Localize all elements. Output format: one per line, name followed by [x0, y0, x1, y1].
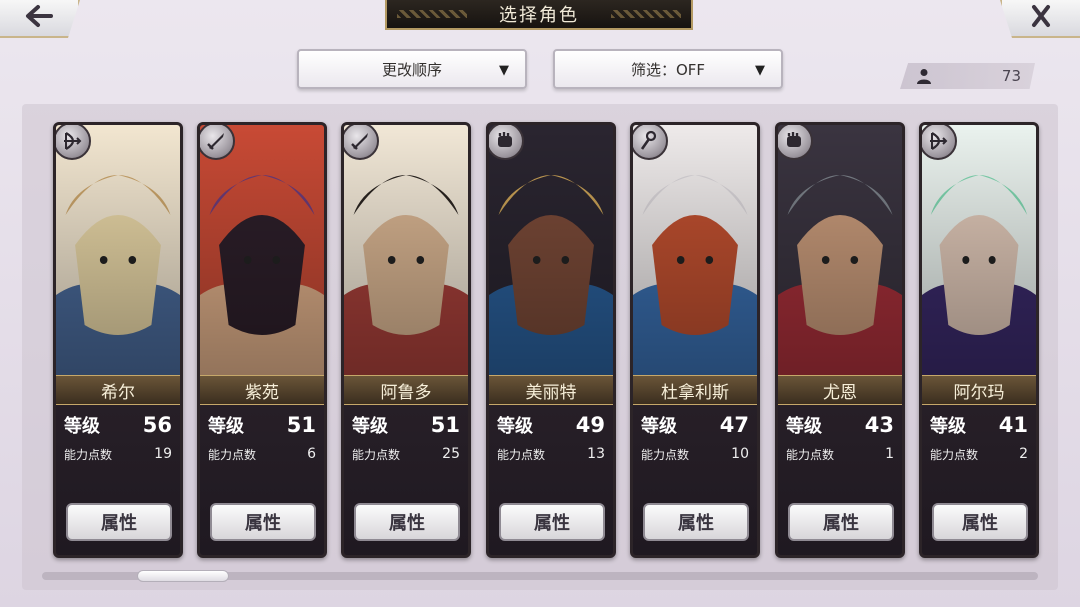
ability-points-value: 13 — [587, 446, 605, 462]
level-row: 等级 47 — [641, 410, 749, 440]
back-button[interactable] — [0, 0, 80, 38]
ability-points-value: 6 — [307, 446, 316, 462]
level-value: 47 — [719, 413, 749, 437]
ability-points-row: 能力点数 6 — [208, 444, 316, 464]
character-name: 尤恩 — [778, 375, 902, 405]
attribute-button[interactable]: 属性 — [643, 503, 749, 541]
ability-points-value: 10 — [731, 446, 749, 462]
filter-dropdown[interactable]: 筛选：OFF ▼ — [553, 49, 783, 89]
staff-icon — [633, 125, 668, 160]
level-label: 等级 — [352, 416, 388, 437]
level-label: 等级 — [930, 416, 966, 437]
character-portrait — [56, 125, 180, 380]
close-button[interactable] — [1000, 0, 1080, 38]
character-card[interactable]: 紫苑 等级 51 能力点数 6 属性 — [197, 122, 327, 558]
ability-points-row: 能力点数 2 — [930, 444, 1028, 464]
sort-order-label: 更改顺序 — [381, 60, 442, 79]
ability-points-value: 19 — [154, 446, 172, 462]
character-name: 紫苑 — [200, 375, 324, 405]
ability-points-label: 能力点数 — [64, 447, 113, 462]
level-row: 等级 41 — [930, 410, 1028, 440]
ability-points-label: 能力点数 — [641, 447, 690, 462]
character-count-value: 73 — [1001, 67, 1021, 85]
level-value: 51 — [430, 413, 460, 437]
bow-icon — [56, 125, 91, 160]
character-portrait — [633, 125, 757, 380]
level-value: 43 — [864, 413, 894, 437]
sort-order-dropdown[interactable]: 更改顺序 ▼ — [297, 49, 527, 89]
level-label: 等级 — [786, 416, 822, 437]
character-name: 美丽特 — [489, 375, 613, 405]
level-value: 51 — [286, 413, 316, 437]
fist-icon — [778, 125, 813, 160]
close-icon — [1026, 4, 1056, 32]
level-row: 等级 43 — [786, 410, 894, 440]
character-card[interactable]: 希尔 等级 56 能力点数 19 属性 — [53, 122, 183, 558]
attribute-button[interactable]: 属性 — [354, 503, 460, 541]
character-card[interactable]: 阿尔玛 等级 41 能力点数 2 属性 — [919, 122, 1039, 558]
scrollbar-thumb[interactable] — [137, 570, 229, 582]
ability-points-value: 2 — [1019, 446, 1028, 462]
arrow-left-icon — [24, 4, 54, 32]
level-value: 56 — [142, 413, 172, 437]
level-row: 等级 56 — [64, 410, 172, 440]
filter-label: 筛选：OFF — [630, 60, 706, 79]
sword-icon — [200, 125, 235, 160]
ability-points-row: 能力点数 10 — [641, 444, 749, 464]
character-count: 73 — [900, 63, 1035, 89]
ability-points-label: 能力点数 — [497, 447, 546, 462]
ability-points-row: 能力点数 13 — [497, 444, 605, 464]
attribute-button[interactable]: 属性 — [66, 503, 172, 541]
character-portrait — [344, 125, 468, 380]
level-row: 等级 51 — [208, 410, 316, 440]
character-name: 阿尔玛 — [922, 375, 1036, 405]
bow-icon — [922, 125, 957, 160]
character-portrait — [200, 125, 324, 380]
attribute-button[interactable]: 属性 — [210, 503, 316, 541]
ability-points-label: 能力点数 — [352, 447, 401, 462]
character-portrait — [922, 125, 1036, 380]
character-name: 希尔 — [56, 375, 180, 405]
ability-points-label: 能力点数 — [786, 447, 835, 462]
attribute-button[interactable]: 属性 — [932, 503, 1028, 541]
character-portrait — [778, 125, 902, 380]
ability-points-label: 能力点数 — [930, 447, 979, 462]
ability-points-row: 能力点数 19 — [64, 444, 172, 464]
level-label: 等级 — [641, 416, 677, 437]
attribute-button[interactable]: 属性 — [788, 503, 894, 541]
character-name: 阿鲁多 — [344, 375, 468, 405]
level-value: 41 — [998, 413, 1028, 437]
ability-points-value: 1 — [885, 446, 894, 462]
chevron-down-icon: ▼ — [755, 63, 765, 78]
character-card[interactable]: 阿鲁多 等级 51 能力点数 25 属性 — [341, 122, 471, 558]
fist-icon — [489, 125, 524, 160]
character-card[interactable]: 美丽特 等级 49 能力点数 13 属性 — [486, 122, 616, 558]
level-row: 等级 49 — [497, 410, 605, 440]
character-card[interactable]: 杜拿利斯 等级 47 能力点数 10 属性 — [630, 122, 760, 558]
page-title: 选择角色 — [385, 0, 693, 30]
ability-points-row: 能力点数 25 — [352, 444, 460, 464]
character-card[interactable]: 尤恩 等级 43 能力点数 1 属性 — [775, 122, 905, 558]
chevron-down-icon: ▼ — [499, 63, 509, 78]
ability-points-label: 能力点数 — [208, 447, 257, 462]
character-portrait — [489, 125, 613, 380]
ability-points-value: 25 — [442, 446, 460, 462]
sword-icon — [344, 125, 379, 160]
ability-points-row: 能力点数 1 — [786, 444, 894, 464]
level-label: 等级 — [497, 416, 533, 437]
attribute-button[interactable]: 属性 — [499, 503, 605, 541]
level-row: 等级 51 — [352, 410, 460, 440]
level-label: 等级 — [64, 416, 100, 437]
page-title-text: 选择角色 — [499, 5, 579, 26]
person-icon — [916, 68, 932, 84]
character-name: 杜拿利斯 — [633, 375, 757, 405]
level-label: 等级 — [208, 416, 244, 437]
level-value: 49 — [575, 413, 605, 437]
